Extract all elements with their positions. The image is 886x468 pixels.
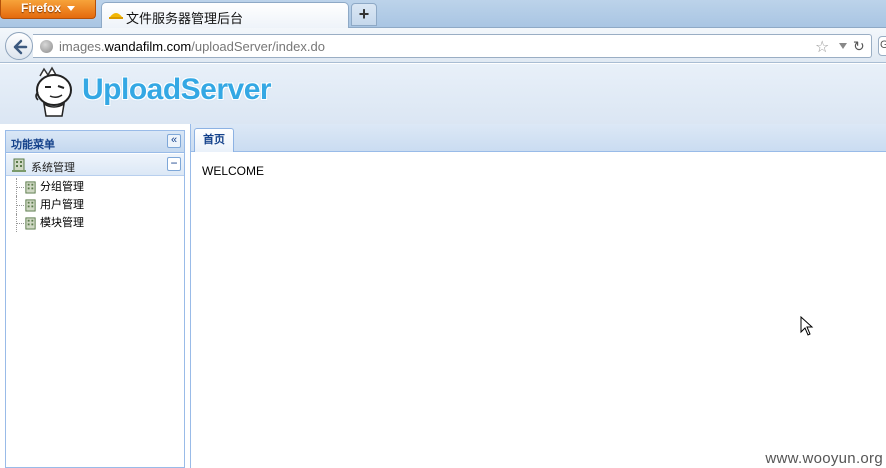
menu-group-system[interactable]: 系统管理 − (6, 154, 184, 176)
mascot-logo-icon (35, 66, 72, 117)
watermark: www.wooyun.org (765, 450, 883, 467)
new-tab-button[interactable]: + (351, 3, 377, 26)
url-prefix: images. (59, 39, 105, 54)
building-icon (25, 199, 36, 212)
address-bar[interactable]: images.wandafilm.com/uploadServer/index.… (33, 34, 872, 58)
tree-connector (16, 178, 24, 196)
tree-item-module-management[interactable]: 模块管理 (6, 214, 184, 232)
building-icon (12, 158, 26, 172)
tree-item-user-management[interactable]: 用户管理 (6, 196, 184, 214)
reload-icon[interactable]: ↻ (853, 38, 865, 55)
welcome-text: WELCOME (202, 164, 265, 178)
sidebar-title: 功能菜单 (11, 139, 55, 151)
url-path: /uploadServer/index.do (191, 39, 325, 54)
menu-group-title: 系统管理 (31, 162, 75, 174)
dropdown-arrow-icon[interactable] (839, 43, 847, 49)
globe-icon (40, 40, 53, 53)
tree-item-label: 模块管理 (40, 217, 84, 229)
menu-tree: 分组管理 用户管理 模块管理 (6, 176, 184, 232)
favicon-icon (109, 13, 123, 19)
collapse-group-icon[interactable]: − (167, 157, 181, 171)
tree-connector (16, 196, 24, 214)
tree-connector (16, 214, 24, 232)
tree-item-group-management[interactable]: 分组管理 (6, 178, 184, 196)
tree-item-label: 分组管理 (40, 181, 84, 193)
main-panel: 首页 WELCOME (190, 124, 886, 468)
browser-nav-bar: images.wandafilm.com/uploadServer/index.… (0, 28, 886, 63)
brand-title: UploadServer (82, 73, 272, 106)
tree-item-label: 用户管理 (40, 199, 84, 211)
sidebar-panel: 功能菜单 « 系统管理 − 分组管理 用户管理 模块管理 (5, 130, 185, 468)
url-domain: wandafilm.com (104, 39, 192, 54)
building-icon (25, 217, 36, 230)
building-icon (25, 181, 36, 194)
mouse-cursor-icon (800, 316, 814, 336)
url-text: images.wandafilm.com/uploadServer/index.… (59, 39, 325, 54)
browser-tab-active[interactable]: 文件服务器管理后台 (101, 2, 349, 28)
browser-tab-bar: Firefox 文件服务器管理后台 + (0, 0, 886, 28)
back-button[interactable] (5, 32, 33, 60)
back-arrow-icon (13, 39, 28, 55)
search-bar-edge[interactable]: G (878, 36, 886, 56)
tab-title: 文件服务器管理后台 (126, 11, 244, 26)
firefox-menu-label: Firefox (21, 1, 62, 15)
app-header: UploadServer (0, 64, 886, 124)
firefox-menu-button[interactable]: Firefox (0, 0, 96, 19)
bookmark-star-icon[interactable]: ☆ (815, 37, 829, 57)
content-tab-strip: 首页 (191, 124, 886, 152)
collapse-sidebar-icon[interactable]: « (167, 134, 181, 148)
tab-home[interactable]: 首页 (194, 128, 234, 152)
chevron-down-icon (67, 6, 76, 12)
sidebar-header: 功能菜单 « (6, 131, 184, 153)
